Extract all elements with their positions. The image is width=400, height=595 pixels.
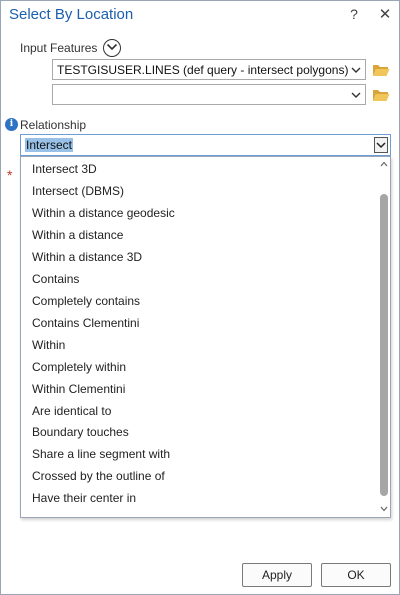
- apply-button[interactable]: Apply: [242, 563, 312, 587]
- dropdown-option[interactable]: Within a distance: [32, 228, 123, 248]
- dropdown-option[interactable]: Within a distance 3D: [32, 250, 142, 270]
- dropdown-scrollbar[interactable]: [378, 157, 390, 517]
- dropdown-option[interactable]: Intersect 3D: [32, 162, 97, 182]
- dropdown-option[interactable]: Crossed by the outline of: [32, 469, 165, 489]
- title-bar: Select By Location ? ✕: [1, 1, 399, 29]
- dropdown-option[interactable]: Have their center in: [32, 491, 136, 511]
- chevron-down-icon: [351, 67, 361, 73]
- select-by-location-dialog: Select By Location ? ✕ Input Features TE…: [0, 0, 400, 595]
- help-button[interactable]: ?: [347, 6, 361, 24]
- folder-open-icon[interactable]: [372, 88, 390, 102]
- dropdown-option[interactable]: Within Clementini: [32, 382, 125, 402]
- chevron-down-circle-icon[interactable]: [103, 39, 121, 57]
- folder-open-icon[interactable]: [372, 63, 390, 77]
- scroll-up-icon[interactable]: [380, 160, 388, 168]
- scroll-thumb[interactable]: [380, 194, 388, 496]
- relationship-dropdown-list: Intersect 3D Intersect (DBMS) Within a d…: [20, 156, 391, 518]
- dropdown-option[interactable]: Contains Clementini: [32, 316, 139, 336]
- ok-button[interactable]: OK: [321, 563, 391, 587]
- dropdown-option[interactable]: Within: [32, 338, 65, 358]
- dialog-title: Select By Location: [9, 6, 134, 23]
- dropdown-option[interactable]: Boundary touches: [32, 425, 129, 445]
- dropdown-option[interactable]: Are identical to: [32, 404, 111, 424]
- relationship-selected-value: Intersect: [25, 138, 74, 152]
- chevron-down-icon: [376, 142, 386, 149]
- input-features-combo-2[interactable]: [52, 84, 366, 105]
- dropdown-option[interactable]: Within a distance geodesic: [32, 206, 175, 226]
- dropdown-option[interactable]: Share a line segment with: [32, 447, 170, 467]
- input-features-value-1: TESTGISUSER.LINES (def query - intersect…: [57, 63, 349, 77]
- dropdown-option[interactable]: Completely within: [32, 360, 126, 380]
- scroll-down-icon[interactable]: [380, 505, 388, 513]
- relationship-dropdown-button[interactable]: [374, 137, 388, 153]
- info-icon[interactable]: i: [5, 118, 18, 131]
- dropdown-option[interactable]: Contains: [32, 272, 79, 292]
- chevron-down-icon: [351, 92, 361, 98]
- relationship-combo[interactable]: Intersect: [20, 134, 391, 156]
- input-features-combo-1[interactable]: TESTGISUSER.LINES (def query - intersect…: [52, 59, 366, 80]
- dropdown-option[interactable]: Completely contains: [32, 294, 140, 314]
- input-features-label: Input Features: [20, 41, 98, 55]
- dropdown-option[interactable]: Intersect (DBMS): [32, 184, 124, 204]
- relationship-label: Relationship: [20, 118, 87, 132]
- close-button[interactable]: ✕: [377, 5, 393, 23]
- required-marker: *: [7, 167, 13, 183]
